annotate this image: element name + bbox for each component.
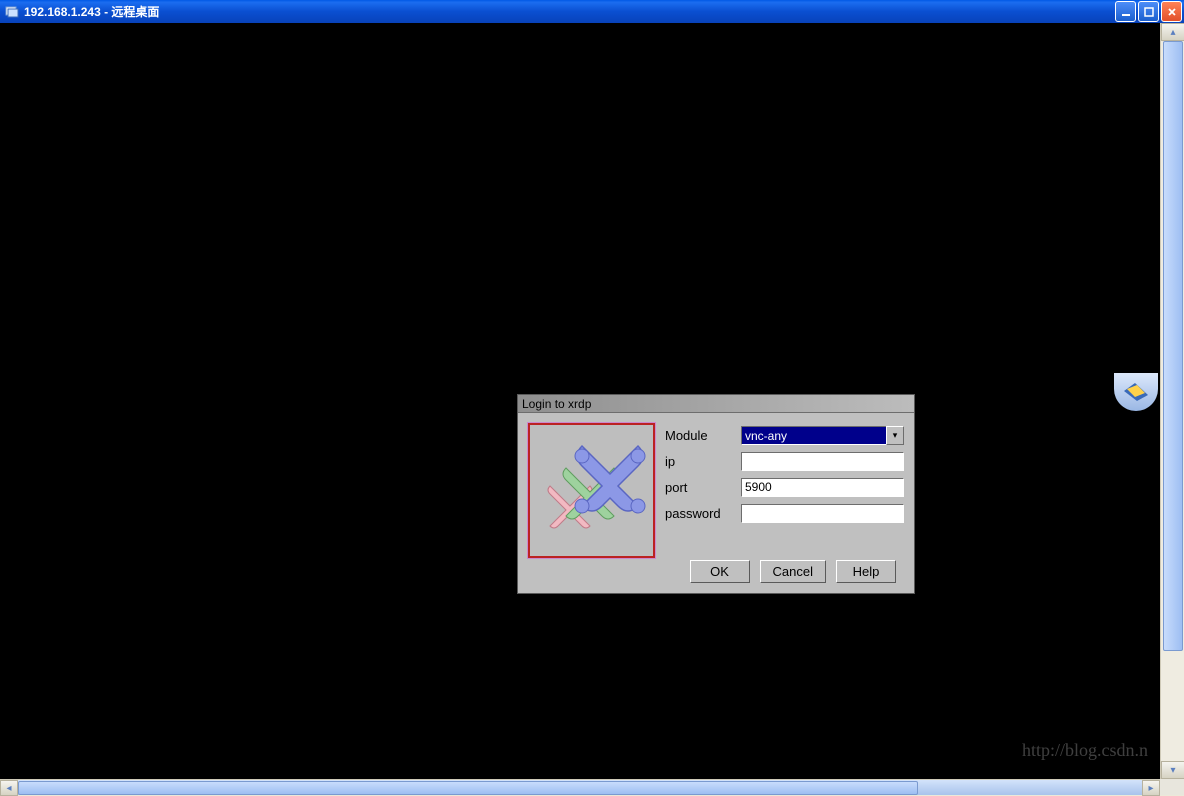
password-input[interactable] [741,504,904,523]
minimize-button[interactable] [1115,1,1136,22]
scroll-left-icon[interactable]: ◂ [0,780,18,796]
help-button[interactable]: Help [836,560,896,583]
window-title: 192.168.1.243 - 远程桌面 [24,3,1115,20]
remote-desktop-window: 192.168.1.243 - 远程桌面 Login to xrdp [0,0,1184,795]
horizontal-scrollbar[interactable]: ◂ ▸ [0,779,1160,795]
scroll-right-icon[interactable]: ▸ [1142,780,1160,796]
ip-label: ip [665,454,735,469]
module-select-value: vnc-any [741,426,886,445]
port-input[interactable] [741,478,904,497]
xrdp-login-dialog: Login to xrdp [517,394,915,594]
ok-button[interactable]: OK [690,560,750,583]
maximize-button[interactable] [1138,1,1159,22]
scroll-down-icon[interactable]: ▾ [1161,761,1184,779]
port-label: port [665,480,735,495]
scroll-up-icon[interactable]: ▴ [1161,23,1184,41]
dialog-titlebar: Login to xrdp [518,395,914,413]
watermark-text: http://blog.csdn.n [1022,740,1148,761]
module-label: Module [665,428,735,443]
remote-screen[interactable]: Login to xrdp [0,23,1160,779]
hscroll-thumb[interactable] [18,781,918,795]
xrdp-logo [528,423,655,558]
ip-input[interactable] [741,452,904,471]
dialog-buttons: OK Cancel Help [690,560,896,583]
vscroll-thumb[interactable] [1163,41,1183,651]
password-label: password [665,506,735,521]
vscroll-track[interactable] [1161,41,1184,761]
hscroll-track[interactable] [18,780,1142,795]
scrollbar-corner [1160,779,1184,795]
client-area: Login to xrdp [0,23,1184,795]
login-fields: Module vnc-any ▾ ip port password [665,423,904,558]
cancel-button[interactable]: Cancel [760,560,826,583]
dropdown-icon[interactable]: ▾ [886,426,904,445]
close-button[interactable] [1161,1,1182,22]
vertical-scrollbar[interactable]: ▴ ▾ [1160,23,1184,779]
window-controls [1115,1,1182,22]
window-titlebar: 192.168.1.243 - 远程桌面 [0,0,1184,23]
remote-desktop-icon [4,4,20,20]
module-select[interactable]: vnc-any ▾ [741,426,904,445]
dialog-title: Login to xrdp [522,397,591,411]
dialog-body: Module vnc-any ▾ ip port password [518,413,914,568]
